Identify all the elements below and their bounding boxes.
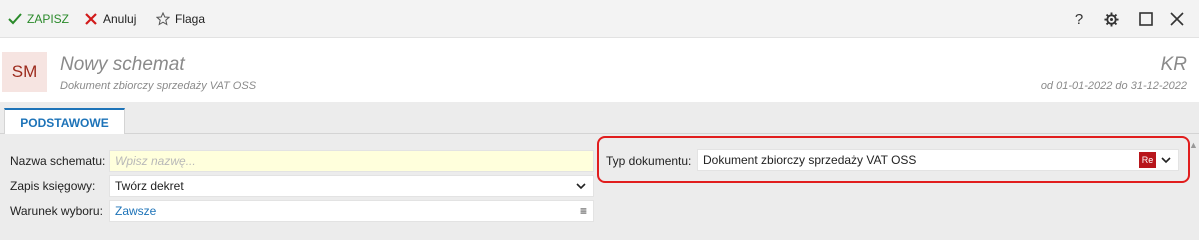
save-label: ZAPISZ [27,12,70,26]
page-title: Nowy schemat [60,54,185,75]
check-icon [8,13,22,25]
name-label: Nazwa schematu: [10,154,106,168]
cancel-label: Anuluj [103,12,137,26]
star-icon [156,12,170,26]
save-button[interactable]: ZAPISZ [8,10,69,28]
gear-icon[interactable] [1102,10,1120,28]
zapis-label: Zapis księgowy: [10,179,96,193]
menu-icon[interactable]: ≡ [580,204,587,218]
tab-bar: PODSTAWOWE [0,102,1199,135]
help-icon[interactable]: ? [1070,10,1088,28]
zapis-select[interactable]: Twórz dekret [109,175,594,197]
record-header: SM Nowy schemat Dokument zbiorczy sprzed… [0,38,1199,102]
x-icon [85,13,97,25]
flag-button[interactable]: Flaga [156,10,205,28]
scheme-name-placeholder: Wpisz nazwę... [115,154,196,168]
warunek-label: Warunek wyboru: [10,204,103,218]
highlight-outline [597,136,1190,183]
avatar: SM [2,52,47,92]
tab-podstawowe[interactable]: PODSTAWOWE [4,108,125,135]
scroll-up-icon[interactable]: ▲ [1189,140,1199,150]
page-subtitle: Dokument zbiorczy sprzedaży VAT OSS [60,80,257,92]
maximize-icon[interactable] [1137,10,1155,28]
record-code: KR [1160,54,1187,75]
chevron-down-icon [576,183,586,190]
warunek-field[interactable]: Zawsze ≡ [109,200,594,222]
toolbar: ZAPISZ Anuluj Flaga ? [0,0,1199,38]
close-icon[interactable] [1168,10,1186,28]
validity-period: od 01-01-2022 do 31-12-2022 [1040,80,1187,92]
warunek-value[interactable]: Zawsze [115,204,156,218]
scheme-name-input[interactable]: Wpisz nazwę... [109,150,594,172]
zapis-value: Twórz dekret [115,179,184,193]
flag-label: Flaga [175,12,206,26]
cancel-button[interactable]: Anuluj [84,10,136,28]
